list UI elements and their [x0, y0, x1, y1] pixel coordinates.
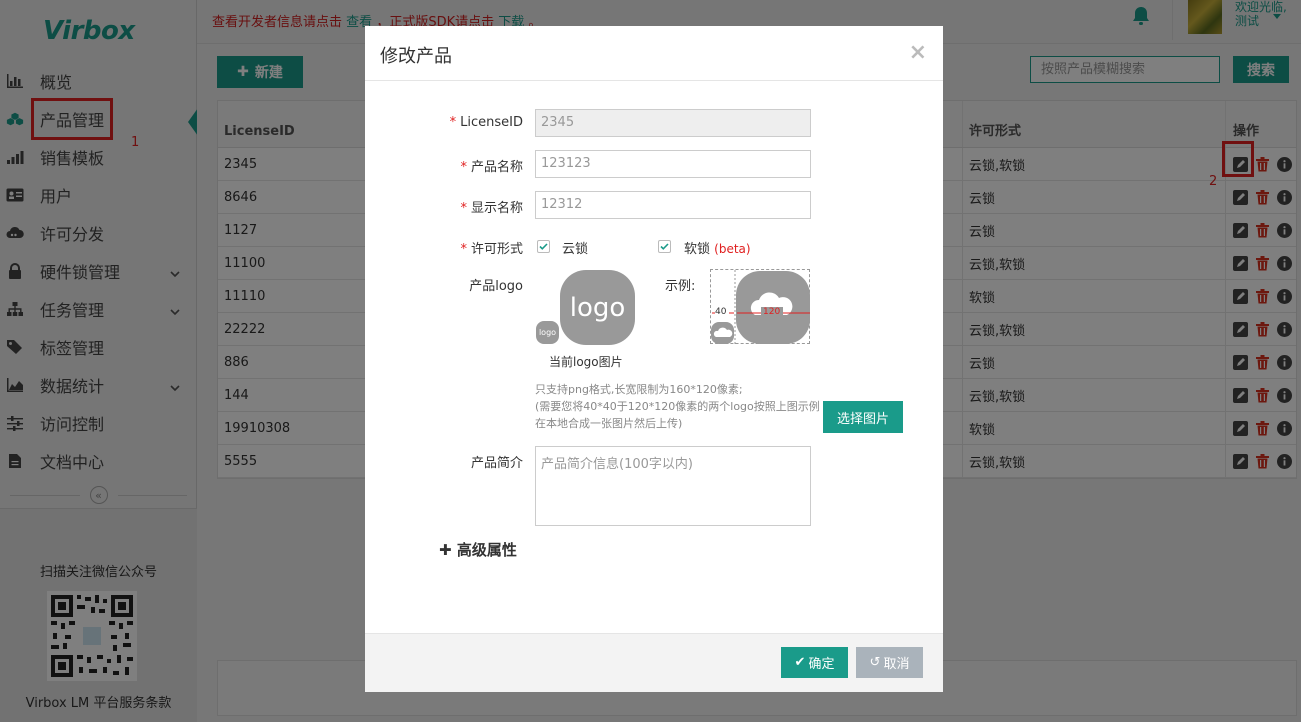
- close-icon[interactable]: ×: [909, 40, 927, 65]
- plus-icon: ✚: [439, 541, 452, 559]
- advanced-properties-label: 高级属性: [456, 541, 517, 559]
- soft-lock-checkbox[interactable]: [658, 240, 671, 253]
- license-id-label: * LicenseID: [449, 115, 523, 130]
- upload-hint: 只支持png格式,长宽限制为160*120像素; (需要您将40*40于120*…: [535, 381, 825, 432]
- check-icon: [539, 243, 548, 250]
- cloud-lock-label[interactable]: 云锁: [562, 238, 588, 257]
- confirm-label: 确定: [808, 657, 835, 672]
- display-name-field[interactable]: 12312: [535, 191, 811, 219]
- example-small-size: 40: [715, 307, 727, 317]
- soft-lock-text: 软锁: [684, 242, 711, 257]
- label-text: 显示名称: [470, 201, 523, 216]
- example-big-size: 120: [763, 307, 781, 317]
- edit-product-dialog: 修改产品 × * LicenseID 2345 * 产品名称 123123 * 显示名…: [365, 26, 943, 692]
- product-logo-label: 产品logo: [469, 279, 523, 294]
- hint-line: (需要您将40*40于120*120像素的两个logo按照上图示例在本地合成一张…: [535, 400, 820, 430]
- label-text: 产品名称: [470, 160, 523, 175]
- product-intro-textarea[interactable]: 产品简介信息(100字以内): [535, 446, 811, 526]
- check-icon: [660, 243, 669, 250]
- display-name-label: * 显示名称: [460, 201, 523, 216]
- product-name-field[interactable]: 123123: [535, 150, 811, 178]
- label-text: 许可形式: [470, 242, 523, 257]
- confirm-button[interactable]: ✔ 确定: [781, 647, 848, 678]
- advanced-properties-toggle[interactable]: ✚ 高级属性: [439, 539, 517, 560]
- hint-line: 只支持png格式,长宽限制为160*120像素;: [535, 383, 743, 396]
- logo-example-diagram: 40 120: [710, 269, 810, 345]
- dialog-footer: ✔ 确定 ↺ 取消: [365, 633, 943, 692]
- dialog-title: 修改产品: [380, 46, 452, 67]
- label-text: LicenseID: [460, 115, 523, 130]
- product-intro-label: 产品简介: [470, 456, 523, 471]
- current-logo-caption: 当前logo图片: [549, 355, 623, 369]
- license-id-field: 2345: [535, 109, 811, 137]
- license-form-label: * 许可形式: [460, 242, 523, 257]
- dialog-header: 修改产品 ×: [365, 26, 943, 81]
- cancel-label: 取消: [883, 657, 910, 672]
- undo-icon: ↺: [869, 655, 881, 670]
- example-label: 示例:: [665, 279, 696, 294]
- choose-image-button[interactable]: 选择图片: [823, 401, 903, 433]
- cancel-button[interactable]: ↺ 取消: [856, 647, 923, 678]
- check-icon: ✔: [794, 655, 806, 670]
- current-logo-large: logo: [560, 270, 635, 345]
- cloud-lock-checkbox[interactable]: [537, 240, 550, 253]
- current-logo-small: logo: [535, 320, 560, 345]
- product-name-label: * 产品名称: [460, 160, 523, 175]
- soft-lock-label[interactable]: 软锁 (beta): [684, 238, 751, 257]
- beta-badge: (beta): [714, 242, 751, 256]
